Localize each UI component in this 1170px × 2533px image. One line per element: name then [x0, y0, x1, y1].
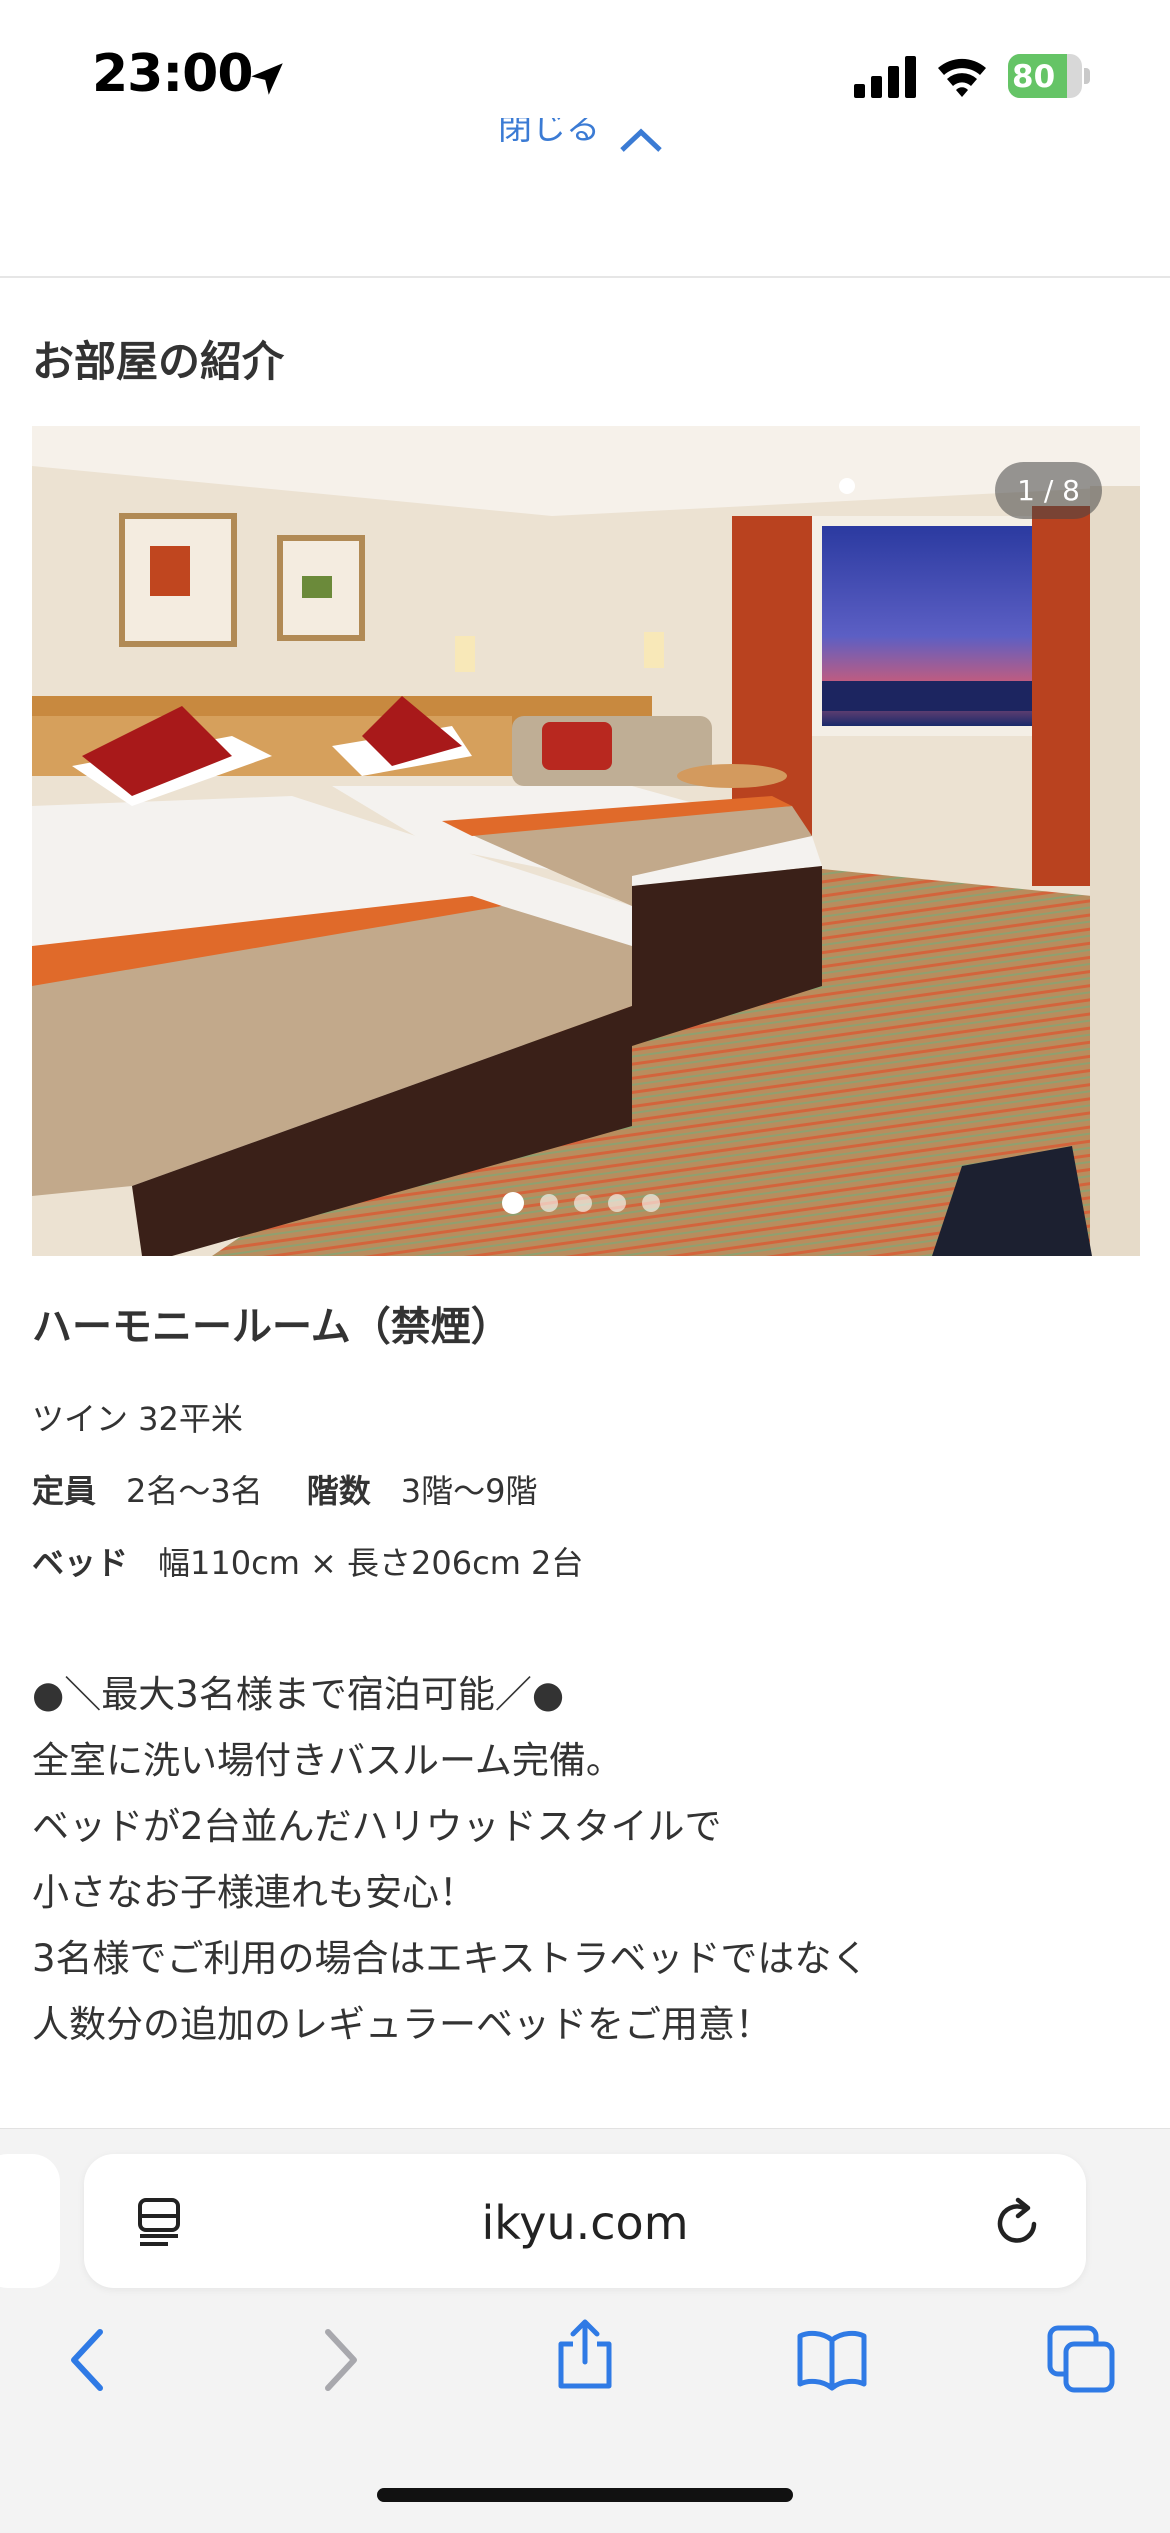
room-photo-carousel[interactable]: 1 / 8: [32, 426, 1140, 1256]
address-bar[interactable]: ikyu.com: [84, 2154, 1086, 2288]
carousel-dot[interactable]: [642, 1194, 660, 1212]
previous-tab-preview[interactable]: [0, 2154, 60, 2288]
close-link[interactable]: 閉じる: [498, 118, 600, 158]
room-description: ●＼最大3名様まで宿泊可能／● 全室に洗い場付きバスルーム完備。 ベッドが2台並…: [32, 1662, 868, 2058]
room-photo: [32, 426, 1140, 1256]
bed-row: ベッド 幅110cm × 長さ206cm 2台: [32, 1538, 583, 1584]
description-line: ●＼最大3名様まで宿泊可能／●: [32, 1673, 565, 1716]
status-time: 23:00: [92, 44, 254, 104]
divider: [0, 276, 1170, 278]
floor-label: 階数: [306, 1472, 371, 1510]
section-title: お部屋の紹介: [32, 337, 285, 386]
bed-label: ベッド: [32, 1544, 129, 1582]
home-indicator[interactable]: [377, 2488, 793, 2502]
bed-value: 幅110cm × 長さ206cm 2台: [158, 1544, 584, 1582]
description-line: 小さなお子様連れも安心！: [32, 1871, 476, 1914]
description-line: ベッドが2台並んだハリウッドスタイルで: [32, 1805, 722, 1848]
back-icon[interactable]: [52, 2324, 124, 2396]
description-line: 3名様でご利用の場合はエキストラベッドではなく: [32, 1937, 869, 1980]
carousel-dot[interactable]: [608, 1194, 626, 1212]
capacity-value: 2名〜3名: [126, 1472, 263, 1510]
room-name: ハーモニールーム（禁煙）: [32, 1304, 511, 1350]
capacity-floor-row: 定員 2名〜3名 階数 3階〜9階: [32, 1466, 538, 1512]
carousel-dot[interactable]: [502, 1192, 524, 1214]
room-type: ツイン 32平米: [32, 1400, 243, 1438]
bookmarks-icon[interactable]: [796, 2324, 868, 2396]
carousel-dot[interactable]: [540, 1194, 558, 1212]
capacity-label: 定員: [32, 1472, 97, 1510]
carousel-dot[interactable]: [574, 1194, 592, 1212]
forward-icon[interactable]: [304, 2324, 376, 2396]
battery-indicator: 80: [1008, 54, 1090, 98]
share-icon[interactable]: [549, 2318, 621, 2390]
tabs-icon[interactable]: [1046, 2324, 1118, 2396]
cellular-signal-icon: [854, 56, 916, 98]
carousel-pagination[interactable]: [502, 1192, 660, 1214]
url-text[interactable]: ikyu.com: [84, 2196, 1086, 2250]
description-line: 全室に洗い場付きバスルーム完備。: [32, 1739, 623, 1782]
location-arrow-icon: [251, 63, 283, 95]
floor-value: 3階〜9階: [400, 1472, 538, 1510]
battery-percent: 80: [1012, 59, 1056, 95]
wifi-icon: [938, 58, 986, 97]
chevron-up-icon[interactable]: [618, 128, 664, 152]
photo-counter: 1 / 8: [995, 462, 1102, 519]
description-line: 人数分の追加のレギュラーベッドをご用意！: [32, 2003, 772, 2046]
reload-icon[interactable]: [990, 2194, 1046, 2250]
